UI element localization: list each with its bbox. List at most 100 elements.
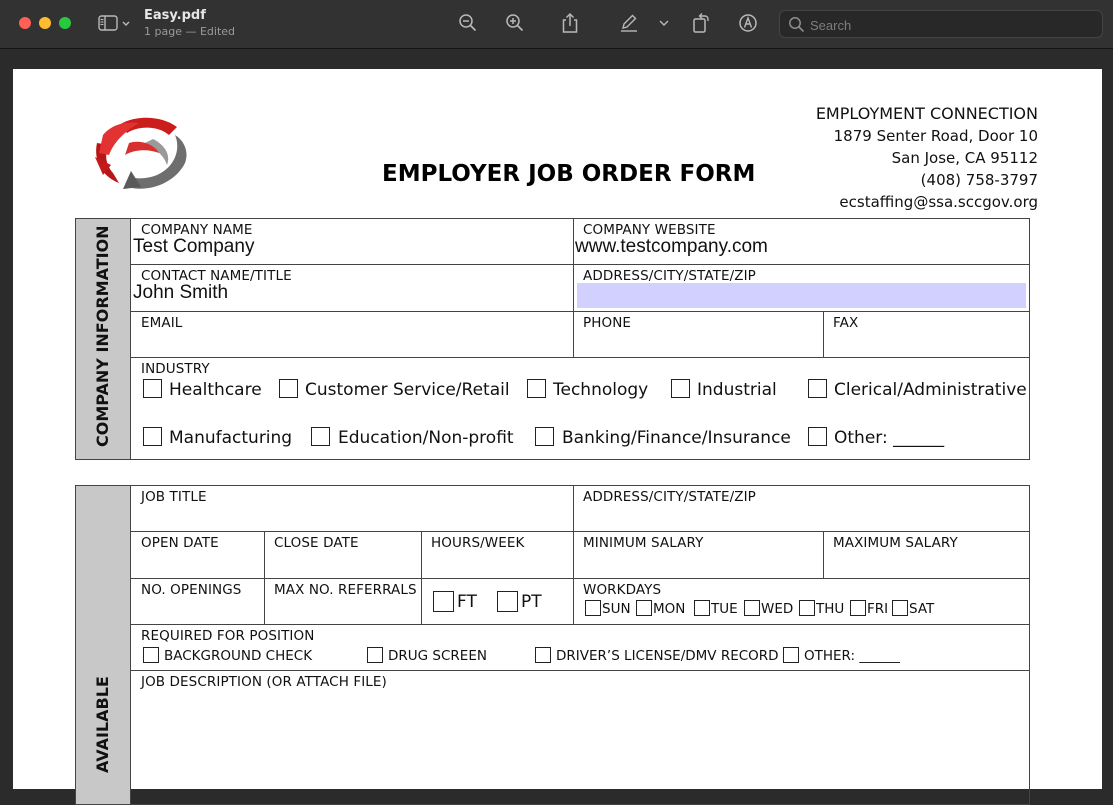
org-name: EMPLOYMENT CONNECTION (815, 104, 1038, 123)
share-button[interactable] (558, 11, 582, 35)
org-city: San Jose, CA 95112 (891, 149, 1038, 167)
openings-label: NO. OPENINGS (141, 582, 242, 598)
zoom-window-button[interactable] (59, 17, 71, 29)
zoom-in-button[interactable] (503, 11, 527, 35)
annotate-icon (739, 14, 757, 32)
part-time-checkbox[interactable] (497, 591, 518, 612)
search-input[interactable] (810, 16, 1090, 34)
close-window-button[interactable] (19, 17, 31, 29)
required-label: REQUIRED FOR POSITION (141, 628, 315, 644)
minimize-window-button[interactable] (39, 17, 51, 29)
industry-technology-label: Technology (553, 380, 649, 400)
industry-other-checkbox[interactable] (808, 427, 827, 446)
divider (131, 578, 1029, 579)
divider (823, 531, 824, 578)
industry-customer-service-checkbox[interactable] (279, 379, 298, 398)
sidebar-toggle-icon (98, 15, 130, 31)
industry-healthcare-label: Healthcare (169, 380, 262, 400)
company-website-field[interactable]: www.testcompany.com (575, 236, 768, 258)
divider (131, 531, 1029, 532)
close-date-label: CLOSE DATE (274, 535, 359, 551)
industry-industrial-label: Industrial (697, 380, 777, 400)
phone-field[interactable] (577, 331, 819, 355)
workday-wed-checkbox[interactable] (744, 600, 760, 616)
chevron-down-icon (659, 20, 669, 26)
drivers-license-label: DRIVER’S LICENSE/DMV RECORD (556, 648, 779, 664)
search-icon (789, 17, 805, 33)
phone-label: PHONE (583, 315, 632, 331)
markup-pen-icon (621, 14, 637, 32)
email-field[interactable] (133, 331, 569, 355)
industry-banking-checkbox[interactable] (535, 427, 554, 446)
divider (264, 531, 265, 624)
org-phone: (408) 758-3797 (920, 171, 1038, 189)
industry-industrial-checkbox[interactable] (671, 379, 690, 398)
job-description-field[interactable] (133, 693, 1027, 773)
job-title-field[interactable] (133, 505, 569, 529)
industry-clerical-checkbox[interactable] (808, 379, 827, 398)
document-title: Easy.pdf (144, 8, 206, 23)
divider (131, 357, 1029, 358)
pdf-page: EMPLOYMENT CONNECTION 1879 Senter Road, … (13, 69, 1102, 805)
workday-wed-label: WED (761, 601, 794, 617)
job-address-field[interactable] (577, 505, 1027, 529)
max-referrals-label: MAX NO. REFERRALS (274, 582, 417, 598)
company-name-field[interactable]: Test Company (133, 236, 254, 258)
hours-week-label: HOURS/WEEK (431, 535, 525, 551)
industry-healthcare-checkbox[interactable] (143, 379, 162, 398)
employment-connection-logo (95, 117, 187, 189)
workday-thu-checkbox[interactable] (799, 600, 815, 616)
industry-banking-label: Banking/Finance/Insurance (562, 428, 791, 448)
drug-screen-label: DRUG SCREEN (388, 648, 487, 664)
full-time-label: FT (457, 592, 477, 612)
job-address-label: ADDRESS/CITY/STATE/ZIP (583, 489, 756, 505)
industry-education-checkbox[interactable] (311, 427, 330, 446)
job-description-label: JOB DESCRIPTION (OR ATTACH FILE) (141, 674, 387, 690)
full-time-checkbox[interactable] (433, 591, 454, 612)
workday-sun-label: SUN (602, 601, 631, 617)
required-other-checkbox[interactable] (783, 647, 799, 663)
workday-tue-checkbox[interactable] (694, 600, 710, 616)
zoom-in-icon (506, 14, 524, 32)
markup-options-button[interactable] (655, 11, 673, 35)
search-field[interactable] (779, 10, 1103, 38)
workday-mon-label: MON (653, 601, 686, 617)
workday-tue-label: TUE (711, 601, 738, 617)
address-field[interactable] (577, 283, 1026, 308)
address-label: ADDRESS/CITY/STATE/ZIP (583, 268, 756, 284)
industry-technology-checkbox[interactable] (527, 379, 546, 398)
form-title: EMPLOYER JOB ORDER FORM (382, 161, 756, 187)
industry-manufacturing-checkbox[interactable] (143, 427, 162, 446)
divider (131, 264, 1029, 265)
divider (131, 670, 1029, 671)
minimum-salary-label: MINIMUM SALARY (583, 535, 704, 551)
fax-field[interactable] (827, 331, 1027, 355)
industry-customer-service-label: Customer Service/Retail (305, 380, 510, 400)
contact-name-field[interactable]: John Smith (133, 282, 228, 304)
workday-fri-checkbox[interactable] (850, 600, 866, 616)
rotate-button[interactable] (689, 11, 713, 35)
divider (823, 311, 824, 357)
workday-sat-checkbox[interactable] (892, 600, 908, 616)
industry-manufacturing-label: Manufacturing (169, 428, 293, 448)
zoom-out-button[interactable] (456, 11, 480, 35)
part-time-label: PT (521, 592, 542, 612)
zoom-out-icon (459, 14, 477, 32)
open-date-label: OPEN DATE (141, 535, 219, 551)
industry-clerical-label: Clerical/Administrative (834, 380, 1027, 400)
workday-sun-checkbox[interactable] (585, 600, 601, 616)
markup-button[interactable] (617, 11, 641, 35)
industry-other-label: Other: ______ (834, 428, 945, 448)
fax-label: FAX (833, 315, 859, 331)
divider (131, 624, 1029, 625)
sidebar-toggle-button[interactable] (97, 11, 133, 35)
drivers-license-checkbox[interactable] (535, 647, 551, 663)
drug-screen-checkbox[interactable] (367, 647, 383, 663)
org-street: 1879 Senter Road, Door 10 (833, 127, 1038, 145)
background-check-checkbox[interactable] (143, 647, 159, 663)
workday-mon-checkbox[interactable] (636, 600, 652, 616)
annotate-button[interactable] (736, 11, 760, 35)
document-status: 1 page — Edited (144, 25, 236, 38)
workdays-label: WORKDAYS (583, 582, 662, 598)
rotate-icon (693, 13, 709, 33)
